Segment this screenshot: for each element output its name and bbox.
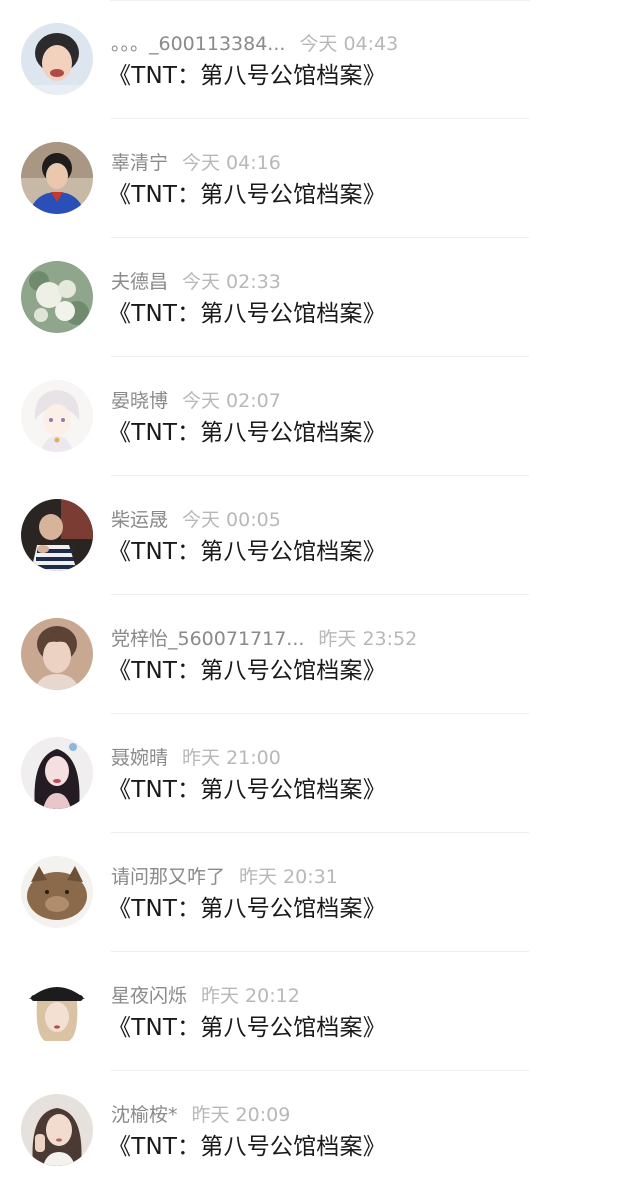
timestamp: 今天 04:16 <box>182 152 281 174</box>
comment-meta: 柴运晟 今天 00:05 <box>111 507 281 533</box>
comment-row[interactable]: 柴运晟 今天 00:05 《TNT：第八号公馆档案》 <box>0 476 640 595</box>
timestamp: 昨天 23:52 <box>318 628 418 650</box>
comment-row[interactable]: 。。。_600113384... 今天 04:43 《TNT：第八号公馆档案》 <box>0 0 640 119</box>
timestamp: 今天 02:07 <box>182 390 281 412</box>
username[interactable]: 晏晓博 <box>111 390 168 412</box>
comment-text: 《TNT：第八号公馆档案》 <box>108 896 386 922</box>
comment-meta: 党梓怡_560071717... 昨天 23:52 <box>111 626 417 652</box>
comment-text: 《TNT：第八号公馆档案》 <box>108 539 386 565</box>
comment-row[interactable]: 请问那又咋了 昨天 20:31 《TNT：第八号公馆档案》 <box>0 833 640 952</box>
comment-meta: 。。。_600113384... 今天 04:43 <box>111 31 398 57</box>
username[interactable]: 沈榆桉* <box>111 1104 178 1126</box>
comment-text: 《TNT：第八号公馆档案》 <box>108 420 386 446</box>
comment-meta: 晏晓博 今天 02:07 <box>111 388 281 414</box>
avatar-white-flowers-icon[interactable] <box>21 261 93 333</box>
comment-text: 《TNT：第八号公馆档案》 <box>108 777 386 803</box>
comment-text: 《TNT：第八号公馆档案》 <box>108 301 386 327</box>
comment-meta: 夫德昌 今天 02:33 <box>111 269 281 295</box>
comment-text: 《TNT：第八号公馆档案》 <box>108 658 386 684</box>
comment-meta: 辜清宁 今天 04:16 <box>111 150 281 176</box>
avatar-boy-portrait-icon[interactable] <box>21 618 93 690</box>
comment-text: 《TNT：第八号公馆档案》 <box>108 1134 386 1160</box>
avatar-person-striped-shirt-icon[interactable] <box>21 499 93 571</box>
comment-text: 《TNT：第八号公馆档案》 <box>108 63 386 89</box>
comment-meta: 沈榆桉* 昨天 20:09 <box>111 1102 290 1128</box>
comment-row[interactable]: 沈榆桉* 昨天 20:09 《TNT：第八号公馆档案》 <box>0 1071 640 1190</box>
timestamp: 昨天 20:09 <box>191 1104 291 1126</box>
username[interactable]: 聂婉晴 <box>111 747 168 769</box>
avatar-cat-icon[interactable] <box>21 856 93 928</box>
comment-meta: 请问那又咋了 昨天 20:31 <box>111 864 338 890</box>
avatar-girl-selfie-icon[interactable] <box>21 1094 93 1166</box>
comment-text: 《TNT：第八号公馆档案》 <box>108 182 386 208</box>
avatar-girl-black-cap-icon[interactable] <box>21 975 93 1047</box>
timestamp: 昨天 20:31 <box>239 866 338 888</box>
username[interactable]: 。。。_600113384... <box>111 33 285 55</box>
avatar-anime-white-hair-icon[interactable] <box>21 380 93 452</box>
timestamp: 昨天 20:12 <box>201 985 300 1007</box>
username[interactable]: 辜清宁 <box>111 152 168 174</box>
comment-row[interactable]: 聂婉晴 昨天 21:00 《TNT：第八号公馆档案》 <box>0 714 640 833</box>
comment-meta: 星夜闪烁 昨天 20:12 <box>111 983 300 1009</box>
username[interactable]: 请问那又咋了 <box>111 866 225 888</box>
avatar-boy-blue-shirt-icon[interactable] <box>21 142 93 214</box>
timestamp: 昨天 21:00 <box>182 747 281 769</box>
timestamp: 今天 00:05 <box>182 509 281 531</box>
comment-row[interactable]: 夫德昌 今天 02:33 《TNT：第八号公馆档案》 <box>0 238 640 357</box>
comment-meta: 聂婉晴 昨天 21:00 <box>111 745 281 771</box>
avatar-girl-long-hair-icon[interactable] <box>21 737 93 809</box>
comment-row[interactable]: 晏晓博 今天 02:07 《TNT：第八号公馆档案》 <box>0 357 640 476</box>
comment-row[interactable]: 辜清宁 今天 04:16 《TNT：第八号公馆档案》 <box>0 119 640 238</box>
comment-row[interactable]: 星夜闪烁 昨天 20:12 《TNT：第八号公馆档案》 <box>0 952 640 1071</box>
timestamp: 今天 04:43 <box>299 33 399 55</box>
username[interactable]: 星夜闪烁 <box>111 985 187 1007</box>
username[interactable]: 夫德昌 <box>111 271 168 293</box>
username[interactable]: 党梓怡_560071717... <box>111 628 304 650</box>
timestamp: 今天 02:33 <box>182 271 281 293</box>
avatar-boy-smiling-icon[interactable] <box>21 23 93 95</box>
username[interactable]: 柴运晟 <box>111 509 168 531</box>
comment-row[interactable]: 党梓怡_560071717... 昨天 23:52 《TNT：第八号公馆档案》 <box>0 595 640 714</box>
comment-text: 《TNT：第八号公馆档案》 <box>108 1015 386 1041</box>
